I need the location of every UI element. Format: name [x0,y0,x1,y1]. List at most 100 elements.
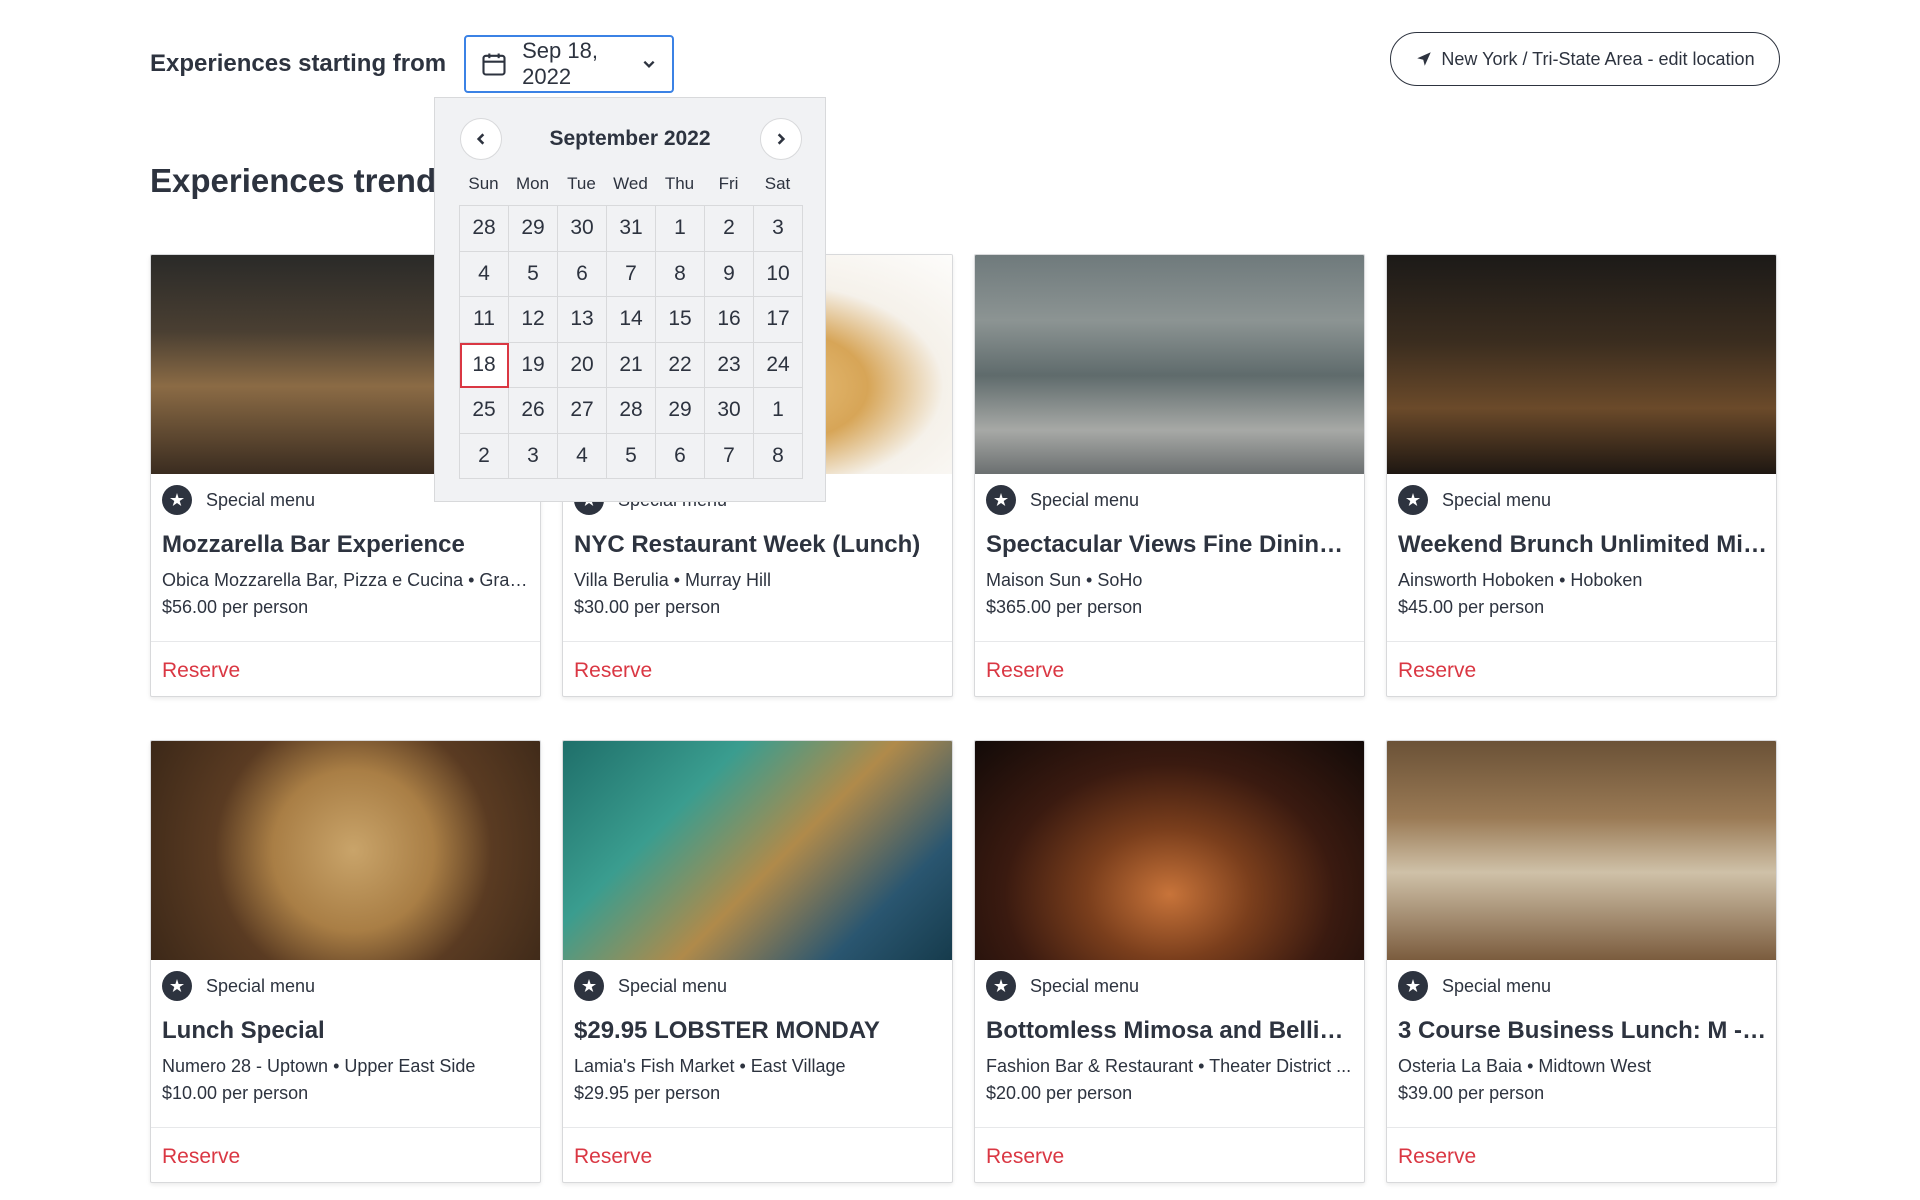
special-menu-icon [162,971,192,1001]
calendar-day[interactable]: 29 [509,206,558,252]
calendar-day[interactable]: 5 [509,251,558,297]
calendar-day[interactable]: 14 [607,297,656,343]
calendar-icon [482,53,506,76]
river-view-image[interactable] [975,255,1364,474]
special-menu-tag: Special menu [162,485,315,515]
tag-label: Special menu [206,489,316,510]
card-divider [1387,641,1776,642]
next-month-button[interactable] [760,118,802,160]
calendar-day[interactable]: 3 [509,433,558,479]
experience-card[interactable]: Special menu $29.95 LOBSTER MONDAY Lamia's… [562,740,953,1183]
calendar-day[interactable]: 10 [754,251,803,297]
price-per-person: $20.00 per person [986,1083,1133,1103]
calendar-day[interactable]: 30 [705,388,754,434]
weekday-label: Wed [613,174,648,193]
calendar-day-selected[interactable]: 18 [460,342,509,388]
price-per-person: $29.95 per person [574,1083,721,1103]
calendar-day[interactable]: 30 [558,206,607,252]
calendar-day[interactable]: 24 [754,342,803,388]
calendar-header: September 2022 [435,118,825,160]
card-divider [1387,1127,1776,1128]
date-picker[interactable]: Sep 18, 2022 [464,35,675,93]
calendar-day[interactable]: 9 [705,251,754,297]
reserve-link[interactable]: Reserve [1398,659,1476,683]
experience-card[interactable]: Special menu Spectacular Views Fine Dinin… [974,254,1365,697]
experience-card[interactable]: Special menu Lunch Special Numero 28 - Upt… [150,740,541,1183]
calendar-day[interactable]: 8 [656,251,705,297]
calendar-day[interactable]: 6 [656,433,705,479]
venue-info: Fashion Bar & Restaurant • Theater Distr… [986,1056,1352,1076]
reserve-link[interactable]: Reserve [986,659,1064,683]
calendar-day[interactable]: 25 [460,388,509,434]
calendar-day[interactable]: 29 [656,388,705,434]
experience-title[interactable]: Weekend Brunch Unlimited Mim... [1398,531,1768,559]
calendar-day[interactable]: 1 [754,388,803,434]
special-menu-icon [162,485,192,515]
experience-title[interactable]: 3 Course Business Lunch: M - F O... [1398,1017,1768,1045]
experience-title[interactable]: Mozzarella Bar Experience [162,531,532,559]
calendar-day[interactable]: 8 [754,433,803,479]
calendar-day[interactable]: 2 [460,433,509,479]
tag-label: Special menu [618,975,728,996]
edit-location-button[interactable]: New York / Tri-State Area - edit locatio… [1390,32,1780,86]
calendar-day[interactable]: 26 [509,388,558,434]
calendar-day[interactable]: 11 [460,297,509,343]
calendar-day[interactable]: 1 [656,206,705,252]
price-per-person: $39.00 per person [1398,1083,1545,1103]
price-per-person: $45.00 per person [1398,597,1545,617]
weekday-header: Sun Mon Tue Wed Thu Fri Sat [459,174,802,194]
experience-title[interactable]: Lunch Special [162,1017,532,1045]
osteria-dining-room-image[interactable] [1387,741,1776,960]
calendar-day[interactable]: 12 [509,297,558,343]
calendar-day[interactable]: 21 [607,342,656,388]
calendar-day[interactable]: 13 [558,297,607,343]
special-menu-icon [1398,485,1428,515]
venue-info: Villa Berulia • Murray Hill [574,570,772,590]
calendar-day[interactable]: 2 [705,206,754,252]
reserve-link[interactable]: Reserve [162,659,240,683]
calendar-day[interactable]: 6 [558,251,607,297]
experience-card[interactable]: Special menu Weekend Brunch Unlimited Mim… [1386,254,1777,697]
calendar-day[interactable]: 17 [754,297,803,343]
calendar-day[interactable]: 28 [607,388,656,434]
pasta-bowl-image[interactable] [151,741,540,960]
calendar-day[interactable]: 4 [558,433,607,479]
calendar-day[interactable]: 27 [558,388,607,434]
calendar-day[interactable]: 22 [656,342,705,388]
calendar-day[interactable]: 31 [607,206,656,252]
experience-title[interactable]: NYC Restaurant Week (Lunch) [574,531,944,559]
lobster-restaurant-image[interactable] [563,741,952,960]
calendar-day[interactable]: 19 [509,342,558,388]
location-arrow-icon [1417,52,1432,66]
calendar-day[interactable]: 7 [705,433,754,479]
venue-info: Osteria La Baia • Midtown West [1398,1056,1652,1076]
reserve-link[interactable]: Reserve [986,1145,1064,1169]
calendar-day[interactable]: 7 [607,251,656,297]
calendar-day[interactable]: 5 [607,433,656,479]
experience-card[interactable]: Special menu 3 Course Business Lunch: M -… [1386,740,1777,1183]
reserve-link[interactable]: Reserve [574,659,652,683]
experience-title[interactable]: $29.95 LOBSTER MONDAY [574,1017,944,1045]
weekday-label: Fri [718,174,739,193]
card-divider [151,641,540,642]
reserve-link[interactable]: Reserve [162,1145,240,1169]
experience-title[interactable]: Spectacular Views Fine Dining Sp... [986,531,1356,559]
brunch-bar-image[interactable] [1387,255,1776,474]
calendar-day[interactable]: 20 [558,342,607,388]
weekday-label: Sat [764,174,791,193]
cocktails-image[interactable] [975,741,1364,960]
calendar-day[interactable]: 15 [656,297,705,343]
calendar-day[interactable]: 28 [460,206,509,252]
calendar-day[interactable]: 3 [754,206,803,252]
price-per-person: $10.00 per person [162,1083,309,1103]
calendar-day[interactable]: 23 [705,342,754,388]
experience-card[interactable]: Special menu Bottomless Mimosa and Bellin… [974,740,1365,1183]
reserve-link[interactable]: Reserve [574,1145,652,1169]
venue-info: Obica Mozzarella Bar, Pizza e Cucina • G… [162,570,532,590]
weekday-label: Sun [468,174,499,193]
experience-title[interactable]: Bottomless Mimosa and Bellini, E... [986,1017,1356,1045]
reserve-link[interactable]: Reserve [1398,1145,1476,1169]
calendar-day[interactable]: 4 [460,251,509,297]
calendar-day[interactable]: 16 [705,297,754,343]
venue-info: Ainsworth Hoboken • Hoboken [1398,570,1643,590]
